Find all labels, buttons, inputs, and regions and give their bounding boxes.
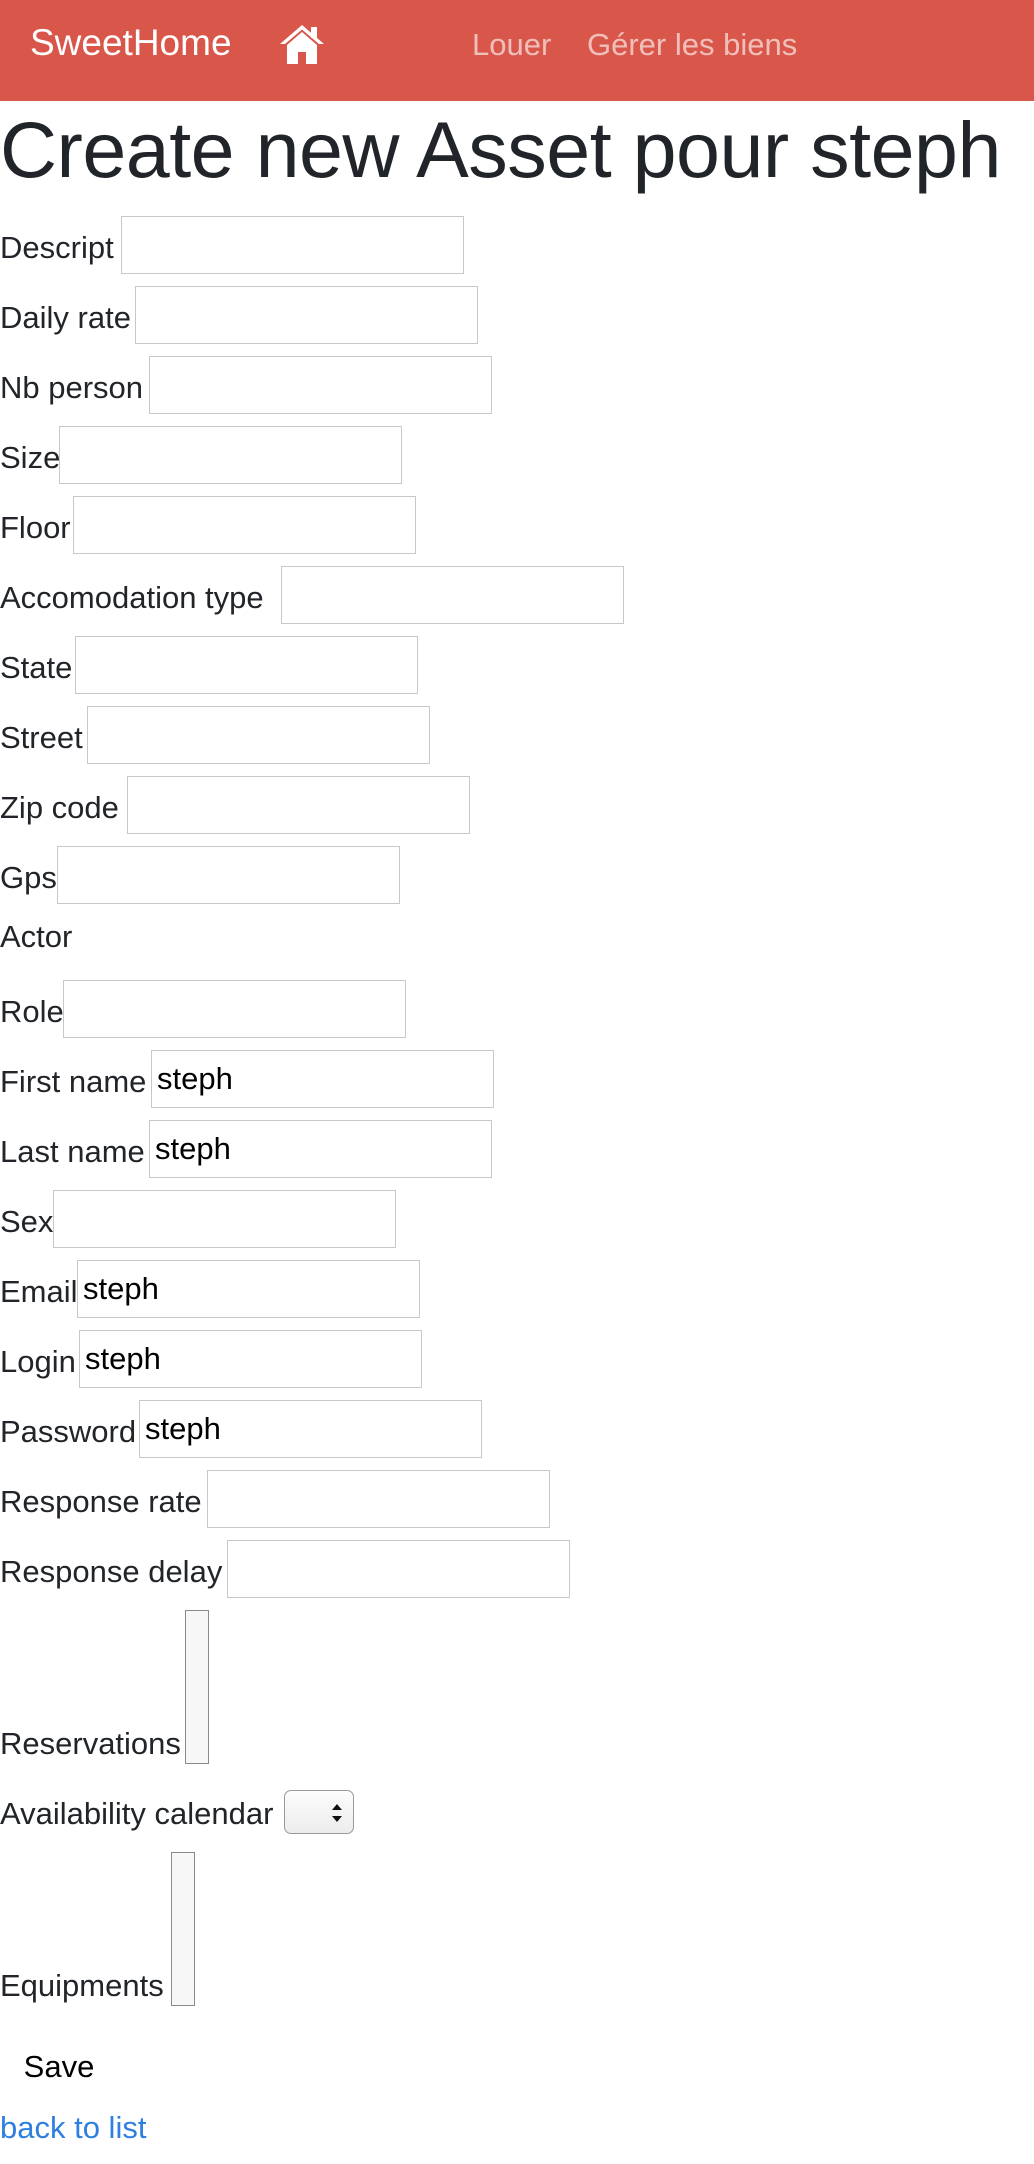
- field-label: Email: [0, 1274, 78, 1309]
- save-button[interactable]: Save: [0, 2040, 118, 2094]
- reservations-multiselect[interactable]: [185, 1610, 209, 1764]
- field-label: Size: [0, 440, 61, 475]
- floor-input[interactable]: [73, 496, 416, 554]
- password-input[interactable]: [139, 1400, 482, 1458]
- equipments-multiselect[interactable]: [171, 1852, 195, 2006]
- back-to-list-link[interactable]: back to list: [0, 2110, 146, 2146]
- home-icon[interactable]: [278, 22, 326, 66]
- role-input[interactable]: [63, 980, 406, 1038]
- state-input[interactable]: [75, 636, 418, 694]
- select-arrows-icon: [332, 1804, 342, 1822]
- field-label: Login: [0, 1344, 76, 1379]
- field-label: State: [0, 650, 73, 685]
- field-label: Street: [0, 720, 83, 755]
- gps-input[interactable]: [57, 846, 400, 904]
- accomodation-type-input[interactable]: [281, 566, 624, 624]
- field-label: Accomodation type: [0, 580, 264, 615]
- street-input[interactable]: [87, 706, 430, 764]
- field-label: Sex: [0, 1204, 54, 1239]
- first-name-input[interactable]: [151, 1050, 494, 1108]
- navbar: SweetHome Louer Gérer les biens: [0, 0, 1034, 101]
- field-label: Descript: [0, 230, 114, 265]
- sex-input[interactable]: [53, 1190, 396, 1248]
- login-input[interactable]: [79, 1330, 422, 1388]
- field-label: Password: [0, 1414, 137, 1449]
- last-name-input[interactable]: [149, 1120, 492, 1178]
- field-label: Gps: [0, 860, 57, 895]
- field-label: First name: [0, 1064, 147, 1099]
- brand-link[interactable]: SweetHome: [30, 22, 232, 64]
- actor-section-label: Actor: [0, 919, 73, 954]
- field-label: Response delay: [0, 1554, 223, 1589]
- field-label: Role: [0, 994, 64, 1029]
- daily-rate-input[interactable]: [135, 286, 478, 344]
- field-label: Availability calendar: [0, 1796, 274, 1831]
- descript-input[interactable]: [121, 216, 464, 274]
- response-delay-input[interactable]: [227, 1540, 570, 1598]
- nav-link-gerer-biens[interactable]: Gérer les biens: [587, 27, 797, 63]
- size-input[interactable]: [59, 426, 402, 484]
- page-title: Create new Asset pour steph: [0, 105, 1001, 194]
- zip-code-input[interactable]: [127, 776, 470, 834]
- availability-calendar-select[interactable]: [284, 1790, 354, 1834]
- field-label: Reservations: [0, 1726, 181, 1761]
- field-label: Floor: [0, 510, 71, 545]
- field-label: Daily rate: [0, 300, 131, 335]
- field-label: Zip code: [0, 790, 119, 825]
- field-label: Response rate: [0, 1484, 202, 1519]
- field-label: Equipments: [0, 1968, 164, 2003]
- field-label: Last name: [0, 1134, 145, 1169]
- field-label: Nb person: [0, 370, 144, 405]
- nb-person-input[interactable]: [149, 356, 492, 414]
- email-input[interactable]: [77, 1260, 420, 1318]
- nav-link-louer[interactable]: Louer: [472, 27, 551, 63]
- response-rate-input[interactable]: [207, 1470, 550, 1528]
